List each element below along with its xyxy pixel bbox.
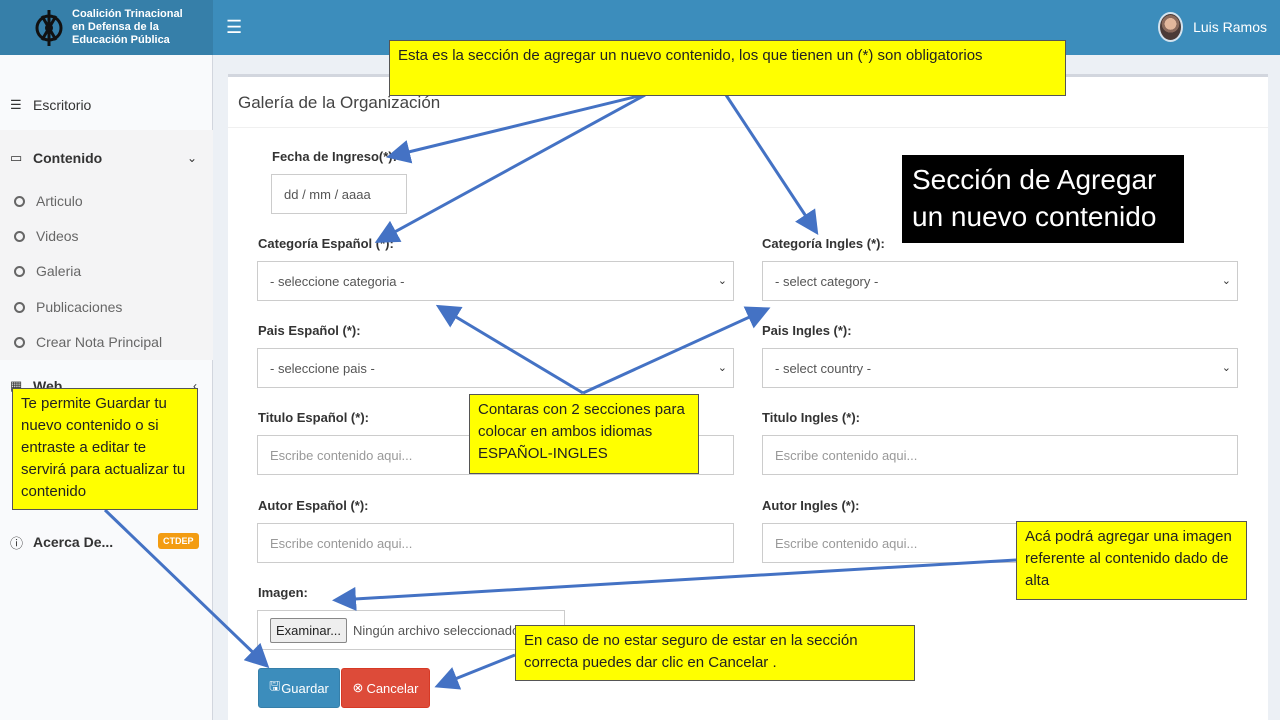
circle-icon bbox=[14, 301, 25, 313]
sidebar-item-label: Escritorio bbox=[33, 97, 92, 113]
logo-text: Coalición Trinacional en Defensa de la E… bbox=[72, 8, 183, 47]
sidebar-item-contenido[interactable]: ▭ Contenido ⌄ bbox=[0, 130, 213, 185]
logo[interactable]: Coalición Trinacional en Defensa de la E… bbox=[0, 0, 213, 55]
circle-icon bbox=[14, 265, 25, 277]
annotation-save-note: Te permite Guardar tu nuevo contenido o … bbox=[12, 388, 198, 510]
logo-line-2: en Defensa de la bbox=[72, 21, 159, 33]
titulo-es-label: Titulo Español (*): bbox=[258, 410, 369, 425]
divider bbox=[228, 127, 1268, 128]
subitem-label: Crear Nota Principal bbox=[36, 334, 163, 350]
circle-icon bbox=[14, 336, 25, 348]
sidebar-item-label: Acerca De... bbox=[33, 534, 114, 550]
hamburger-icon[interactable]: ☰ bbox=[226, 17, 242, 38]
cancel-button[interactable]: ⊗ Cancelar bbox=[341, 668, 430, 708]
save-icon: 🖫 bbox=[269, 678, 281, 693]
coalition-logo-icon bbox=[35, 9, 63, 46]
categoria-es-select[interactable]: - seleccione categoria - ⌄ bbox=[257, 261, 734, 301]
chevron-down-icon: ⌄ bbox=[1221, 362, 1231, 374]
dashboard-icon: ☰ bbox=[10, 97, 22, 112]
chevron-down-icon: ⌄ bbox=[1221, 275, 1231, 287]
subitem-label: Galeria bbox=[36, 263, 82, 279]
info-icon: ⓘ bbox=[10, 535, 24, 551]
save-label: Guardar bbox=[281, 680, 329, 696]
pais-en-select[interactable]: - select country - ⌄ bbox=[762, 348, 1238, 388]
browse-button[interactable]: Examinar... bbox=[270, 617, 348, 643]
logo-line-3: Educación Pública bbox=[72, 34, 170, 46]
annotation-languages-note: Contaras con 2 secciones para colocar en… bbox=[469, 394, 699, 474]
sidebar-subitem-videos[interactable]: Videos bbox=[14, 228, 79, 244]
chevron-down-icon: ⌄ bbox=[717, 275, 727, 287]
chevron-down-icon: ⌄ bbox=[186, 150, 197, 165]
chevron-down-icon: ⌄ bbox=[717, 362, 727, 374]
pais-en-value: - select country - bbox=[775, 360, 872, 376]
file-status: Ningún archivo seleccionado. bbox=[353, 622, 523, 638]
fecha-label: Fecha de Ingreso(*): bbox=[272, 149, 397, 164]
pais-en-label: Pais Ingles (*): bbox=[762, 323, 852, 338]
page-title: Galería de la Organización bbox=[238, 93, 441, 112]
laptop-icon: ▭ bbox=[10, 149, 23, 165]
circle-icon bbox=[14, 195, 25, 207]
titulo-en-input[interactable]: Escribe contenido aqui... bbox=[762, 435, 1238, 475]
avatar bbox=[1158, 12, 1184, 42]
annotation-cancel-note: En caso de no estar seguro de estar en l… bbox=[515, 625, 915, 681]
sidebar-item-escritorio[interactable]: ☰ Escritorio bbox=[0, 90, 213, 120]
autor-es-label: Autor Español (*): bbox=[258, 498, 369, 513]
categoria-en-label: Categoría Ingles (*): bbox=[762, 236, 885, 251]
pais-es-label: Pais Español (*): bbox=[258, 323, 361, 338]
autor-es-input[interactable]: Escribe contenido aqui... bbox=[257, 523, 734, 563]
fecha-input[interactable]: dd / mm / aaaa bbox=[271, 174, 407, 214]
sidebar-subitem-publicaciones[interactable]: Publicaciones bbox=[14, 299, 122, 315]
sidebar-subitem-crear-nota[interactable]: Crear Nota Principal bbox=[14, 334, 162, 350]
sidebar-subitem-articulo[interactable]: Articulo bbox=[14, 193, 83, 209]
pais-es-select[interactable]: - seleccione pais - ⌄ bbox=[257, 348, 734, 388]
circle-icon bbox=[14, 230, 25, 242]
categoria-es-value: - seleccione categoria - bbox=[270, 273, 405, 289]
cancel-label: Cancelar bbox=[366, 680, 419, 696]
user-menu[interactable]: Luis Ramos bbox=[1158, 12, 1267, 42]
save-button[interactable]: 🖫 Guardar bbox=[258, 668, 340, 708]
annotation-title-card: Sección de Agregar un nuevo contenido bbox=[902, 155, 1184, 243]
badge-ctdep: CTDEP bbox=[158, 533, 199, 549]
categoria-es-label: Categoría Español (*): bbox=[258, 236, 394, 251]
submenu-contenido: Articulo Videos Galeria Publicaciones Cr… bbox=[0, 185, 213, 360]
annotation-image-note: Acá podrá agregar una imagen referente a… bbox=[1016, 521, 1247, 600]
categoria-en-value: - select category - bbox=[775, 273, 879, 289]
imagen-label: Imagen: bbox=[258, 585, 308, 600]
titulo-en-label: Titulo Ingles (*): bbox=[762, 410, 860, 425]
subitem-label: Videos bbox=[36, 228, 79, 244]
logo-line-1: Coalición Trinacional bbox=[72, 8, 183, 20]
subitem-label: Articulo bbox=[36, 193, 83, 209]
categoria-en-select[interactable]: - select category - ⌄ bbox=[762, 261, 1238, 301]
sidebar-subitem-galeria[interactable]: Galeria bbox=[14, 263, 81, 279]
sidebar-item-label: Contenido bbox=[33, 149, 103, 166]
pais-es-value: - seleccione pais - bbox=[270, 360, 375, 376]
subitem-label: Publicaciones bbox=[36, 299, 123, 315]
annotation-top-note: Esta es la sección de agregar un nuevo c… bbox=[389, 40, 1066, 96]
cancel-icon: ⊗ bbox=[352, 680, 364, 695]
autor-en-label: Autor Ingles (*): bbox=[762, 498, 860, 513]
user-name: Luis Ramos bbox=[1193, 19, 1267, 35]
